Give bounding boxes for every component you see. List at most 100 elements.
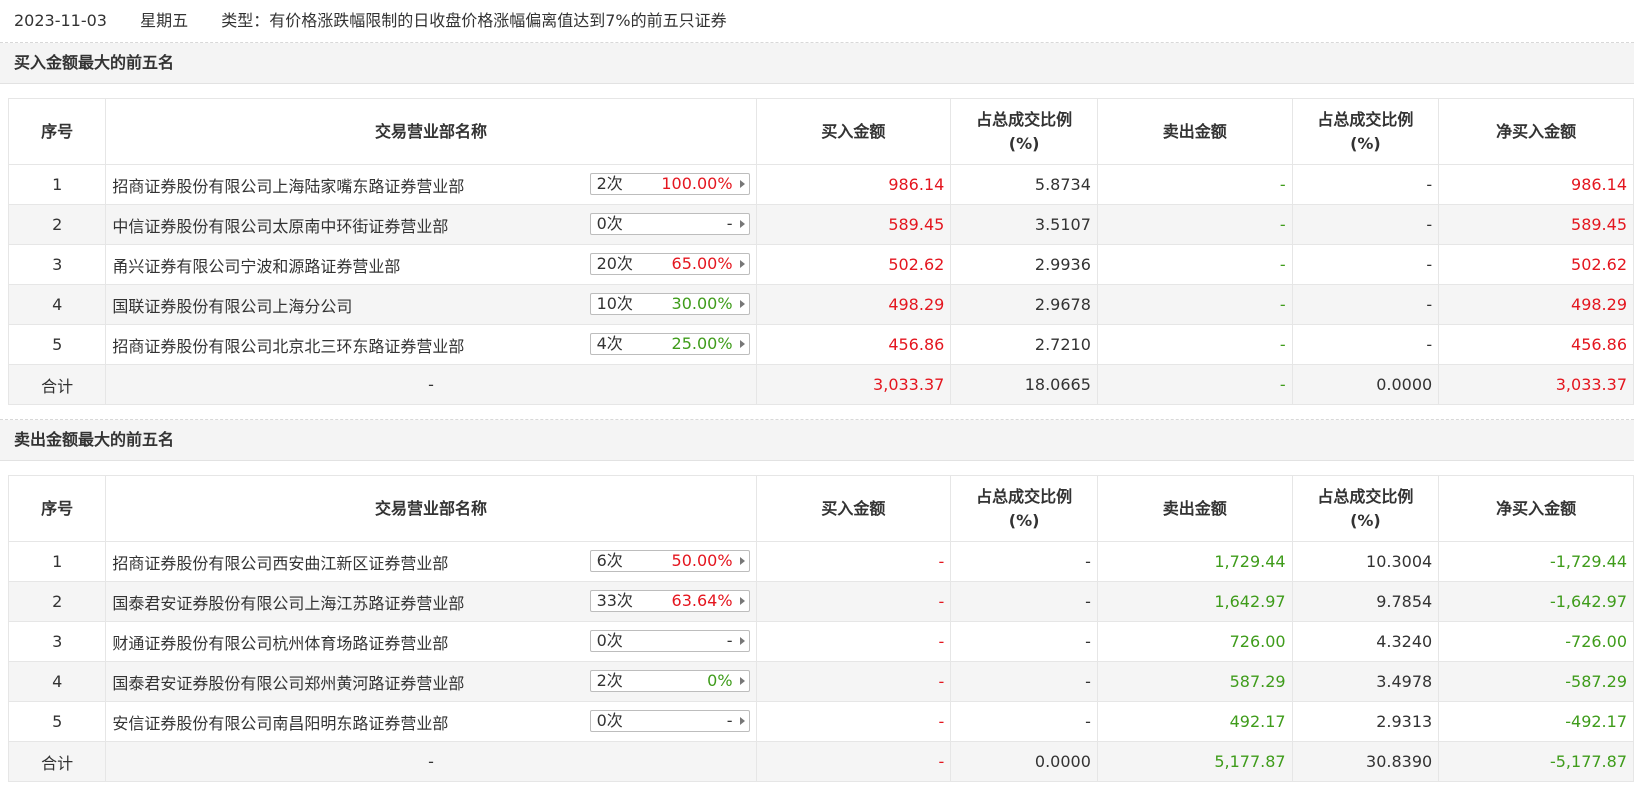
net-buy-amount: 589.45 <box>1438 204 1634 245</box>
total-row: 合计 - -0.0000 5,177.87 30.8390 -5,177.87 <box>7 741 1634 782</box>
sell-amount: 492.17 <box>1096 701 1293 742</box>
buy-amount: 986.14 <box>755 164 952 205</box>
buy-ratio: - <box>950 661 1098 702</box>
sell-ratio: 2.9313 <box>1291 701 1440 742</box>
success-rate: - <box>726 214 733 233</box>
net-buy-amount: 986.14 <box>1438 164 1634 205</box>
col-net-buy: 净买入金额 <box>1438 98 1634 165</box>
buy-amount: 456.86 <box>755 324 952 365</box>
history-stats-button[interactable]: 0次 - <box>589 630 750 652</box>
sell-top5-table: 序号 交易营业部名称 买入金额 占总成交比例 (%) 卖出金额 占总成交比例 (%)… <box>7 475 1634 782</box>
row-index: 2 <box>7 204 107 245</box>
total-label: 合计 <box>7 741 107 782</box>
dept-name-link[interactable]: 国泰君安证券股份有限公司上海江苏路证券营业部 <box>112 590 464 614</box>
listed-times: 10次 <box>596 294 633 313</box>
row-index: 5 <box>7 701 107 742</box>
table-row: 5 安信证券股份有限公司南昌阳明东路证券营业部 0次 - - -492.17 2.9313-… <box>7 701 1634 742</box>
history-stats-button[interactable]: 2次 0% <box>589 670 750 692</box>
expand-arrow-icon <box>739 180 745 188</box>
history-stats-button[interactable]: 4次 25.00% <box>589 333 750 355</box>
success-rate: 63.64% <box>671 591 733 610</box>
listed-times: 33次 <box>596 591 633 610</box>
table-row: 4 国联证券股份有限公司上海分公司 10次 30.00% 498.29 2.9678- -4… <box>7 284 1634 325</box>
col-dept-name: 交易营业部名称 <box>105 98 757 165</box>
sell-amount: 587.29 <box>1096 661 1293 702</box>
dept-name-link[interactable]: 招商证券股份有限公司北京北三环东路证券营业部 <box>112 333 464 357</box>
dept-cell: 中信证券股份有限公司太原南中环街证券营业部 0次 - <box>105 204 757 245</box>
history-stats-button[interactable]: 0次 - <box>589 213 750 235</box>
sell-amount: 726.00 <box>1096 621 1293 662</box>
history-stats-button[interactable]: 6次 50.00% <box>589 550 750 572</box>
buy-amount: - <box>755 661 952 702</box>
expand-arrow-icon <box>739 637 745 645</box>
expand-arrow-icon <box>739 220 745 228</box>
total-buy-amount: - <box>755 741 952 782</box>
expand-arrow-icon <box>739 340 745 348</box>
success-rate: - <box>726 631 733 650</box>
buy-amount: - <box>755 701 952 742</box>
history-stats-button[interactable]: 33次 63.64% <box>589 590 750 612</box>
dept-cell: 招商证券股份有限公司北京北三环东路证券营业部 4次 25.00% <box>105 324 757 365</box>
sell-amount: - <box>1096 284 1293 325</box>
col-net-buy: 净买入金额 <box>1438 475 1634 542</box>
expand-arrow-icon <box>739 717 745 725</box>
buy-amount: - <box>755 621 952 662</box>
dept-cell: 安信证券股份有限公司南昌阳明东路证券营业部 0次 - <box>105 701 757 742</box>
buy-ratio: - <box>950 581 1098 622</box>
total-net-buy: 3,033.37 <box>1438 364 1634 405</box>
row-index: 1 <box>7 164 107 205</box>
row-index: 4 <box>7 661 107 702</box>
dept-name-link[interactable]: 财通证券股份有限公司杭州体育场路证券营业部 <box>112 630 448 654</box>
dept-name-link[interactable]: 甬兴证券有限公司宁波和源路证券营业部 <box>112 253 400 277</box>
total-buy-ratio: 0.0000 <box>950 741 1098 782</box>
net-buy-amount: -1,729.44 <box>1438 541 1634 582</box>
sell-ratio: 9.7854 <box>1291 581 1440 622</box>
dept-name-link[interactable]: 国泰君安证券股份有限公司郑州黄河路证券营业部 <box>112 670 464 694</box>
expand-arrow-icon <box>739 677 745 685</box>
net-buy-amount: 498.29 <box>1438 284 1634 325</box>
sell-ratio: - <box>1291 244 1440 285</box>
expand-arrow-icon <box>739 260 745 268</box>
sell-amount: - <box>1096 204 1293 245</box>
success-rate: 25.00% <box>671 334 733 353</box>
success-rate: 0% <box>707 671 733 690</box>
dept-name-link[interactable]: 招商证券股份有限公司上海陆家嘴东路证券营业部 <box>112 173 464 197</box>
history-stats-button[interactable]: 20次 65.00% <box>589 253 750 275</box>
sell-amount: 1,642.97 <box>1096 581 1293 622</box>
total-label: 合计 <box>7 364 107 405</box>
buy-ratio: - <box>950 701 1098 742</box>
sell-amount: - <box>1096 244 1293 285</box>
col-buy-amount: 买入金额 <box>755 475 952 542</box>
sell-section-title: 卖出金额最大的前五名 <box>0 420 1634 461</box>
total-sell-amount: - <box>1096 364 1293 405</box>
listed-times: 0次 <box>596 631 623 650</box>
sell-ratio: 4.3240 <box>1291 621 1440 662</box>
total-buy-amount: 3,033.37 <box>755 364 952 405</box>
buy-top5-table: 序号 交易营业部名称 买入金额 占总成交比例 (%) 卖出金额 占总成交比例 (%)… <box>7 98 1634 405</box>
dept-name-link[interactable]: 国联证券股份有限公司上海分公司 <box>112 293 352 317</box>
history-stats-button[interactable]: 2次 100.00% <box>589 173 750 195</box>
total-row: 合计 -3,033.37 18.0665-0.0000 3,033.37 <box>7 364 1634 405</box>
sell-ratio: - <box>1291 324 1440 365</box>
listed-times: 0次 <box>596 214 623 233</box>
history-stats-button[interactable]: 10次 30.00% <box>589 293 750 315</box>
col-index: 序号 <box>7 98 107 165</box>
col-buy-amount: 买入金额 <box>755 98 952 165</box>
col-buy-ratio: 占总成交比例 (%) <box>950 475 1098 542</box>
table-row: 3 甬兴证券有限公司宁波和源路证券营业部 20次 65.00% 502.62 2.9936… <box>7 244 1634 285</box>
buy-ratio: - <box>950 541 1098 582</box>
table-row: 1 招商证券股份有限公司西安曲江新区证券营业部 6次 50.00% - -1,729.44… <box>7 541 1634 582</box>
buy-amount: 498.29 <box>755 284 952 325</box>
sell-ratio: 10.3004 <box>1291 541 1440 582</box>
buy-ratio: 2.7210 <box>950 324 1098 365</box>
sell-amount: - <box>1096 164 1293 205</box>
history-stats-button[interactable]: 0次 - <box>589 710 750 732</box>
dept-name-link[interactable]: 招商证券股份有限公司西安曲江新区证券营业部 <box>112 550 448 574</box>
dept-name-link[interactable]: 中信证券股份有限公司太原南中环街证券营业部 <box>112 213 448 237</box>
col-sell-ratio: 占总成交比例 (%) <box>1291 98 1440 165</box>
success-rate: 65.00% <box>671 254 733 273</box>
row-index: 3 <box>7 621 107 662</box>
total-sell-ratio: 30.8390 <box>1291 741 1440 782</box>
sell-amount: 1,729.44 <box>1096 541 1293 582</box>
dept-name-link[interactable]: 安信证券股份有限公司南昌阳明东路证券营业部 <box>112 710 448 734</box>
